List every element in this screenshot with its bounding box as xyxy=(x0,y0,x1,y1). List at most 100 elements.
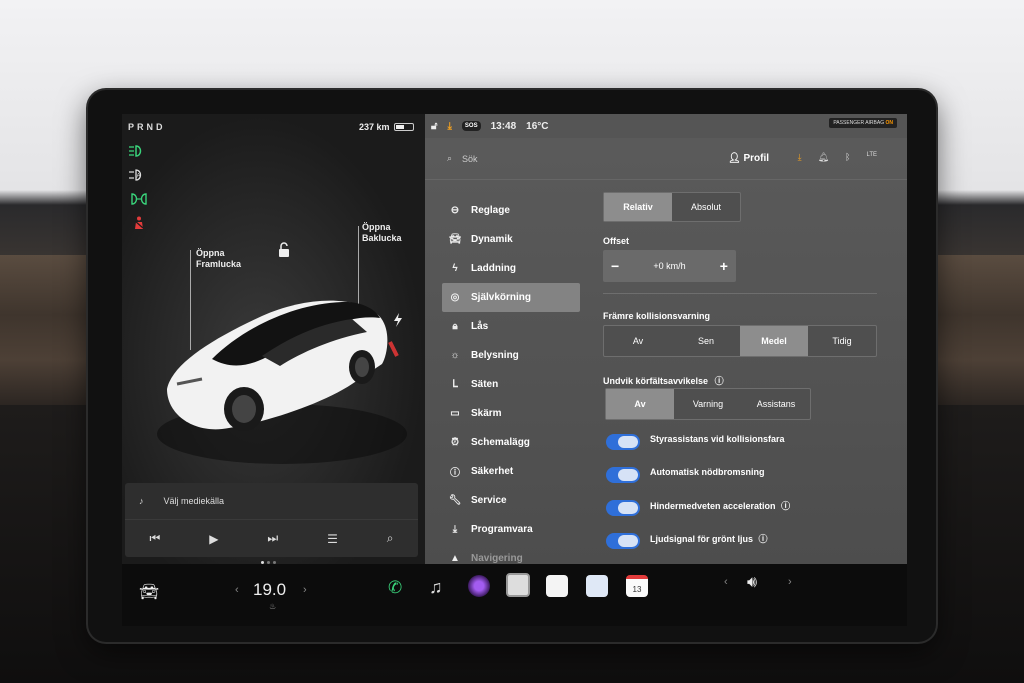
info-icon[interactable]: ⓘ xyxy=(781,501,790,511)
collision-warning-title: Främre kollisionsvarning xyxy=(603,311,711,321)
play-icon[interactable]: ▶ xyxy=(209,532,218,546)
steering-wheel-icon: ◎ xyxy=(450,292,460,303)
app-launcher-icon[interactable] xyxy=(506,573,530,597)
lock-status-icon[interactable]: 🔓︎ xyxy=(431,121,437,132)
car-icon: 🚘︎ xyxy=(448,234,462,245)
car-icon[interactable]: 🚘︎ xyxy=(139,582,159,602)
front-trunk-label[interactable]: Öppna Framlucka xyxy=(196,248,256,270)
info-icon[interactable]: ⓘ xyxy=(759,534,768,544)
bell-icon[interactable]: 🔔︎ xyxy=(818,152,829,163)
obstacle-acceleration-text: Hindermedveten acceleration xyxy=(650,501,776,511)
next-track-icon[interactable]: ⏭ xyxy=(267,531,278,546)
phone-icon[interactable]: ✆ xyxy=(388,578,402,598)
bluetooth-icon[interactable]: ᛒ xyxy=(845,152,850,163)
seat-heater-icon[interactable]: ♨ xyxy=(269,602,276,611)
battery-icon xyxy=(393,123,414,131)
collision-option-sen[interactable]: Sen xyxy=(672,326,740,356)
menu-label: Säten xyxy=(471,379,499,390)
equalizer-icon[interactable]: ☰ xyxy=(327,532,338,546)
menu-label: Dynamik xyxy=(471,234,513,245)
camera-app-icon[interactable] xyxy=(468,575,490,597)
green-light-chime-text: Ljudsignal för grönt ljus xyxy=(650,534,753,544)
temp-up-chevron-icon[interactable]: › xyxy=(303,584,307,596)
profile-button[interactable]: 👤︎ Profil xyxy=(728,153,769,164)
green-light-chime-toggle[interactable] xyxy=(606,533,640,549)
rear-trunk-label[interactable]: Öppna Baklucka xyxy=(362,222,412,244)
lane-option-av[interactable]: Av xyxy=(606,389,674,419)
lane-option-assistans[interactable]: Assistans xyxy=(742,389,810,419)
offset-increase-button[interactable]: + xyxy=(720,258,728,274)
previous-track-icon[interactable]: ⏮ xyxy=(149,531,160,546)
obstacle-acceleration-toggle[interactable] xyxy=(606,500,640,516)
gear-selector[interactable]: PRND xyxy=(128,122,166,132)
profile-label: Profil xyxy=(743,153,769,164)
collision-option-medel[interactable]: Medel xyxy=(740,326,808,356)
collision-warning-selector: Av Sen Medel Tidig xyxy=(603,325,877,357)
menu-item-sjalvkorning[interactable]: ◎ Självkörning xyxy=(442,283,580,312)
media-search-icon[interactable]: ⌕ xyxy=(387,531,394,546)
lane-departure-title-text: Undvik körfältsavvikelse xyxy=(603,376,709,386)
info-icon[interactable]: ⓘ xyxy=(715,376,724,386)
notes-app-icon[interactable] xyxy=(546,575,568,597)
menu-item-reglage[interactable]: ⊖ Reglage xyxy=(442,196,580,225)
offset-decrease-button[interactable]: − xyxy=(611,258,619,274)
sos-button[interactable]: SOS xyxy=(461,121,481,131)
lte-signal-icon: LTE xyxy=(866,152,877,158)
offset-value: +0 km/h xyxy=(653,261,686,271)
media-source-button[interactable]: Välj mediekälla xyxy=(164,496,225,506)
download-icon[interactable]: ⤓ xyxy=(798,152,802,163)
menu-label: Reglage xyxy=(471,205,510,216)
person-icon: 👤︎ xyxy=(727,153,741,164)
calendar-app-icon[interactable]: 13 xyxy=(626,575,648,597)
music-icon[interactable]: ♫ xyxy=(429,577,443,598)
offset-mode-relativ[interactable]: Relativ xyxy=(604,193,672,221)
menu-item-skarm[interactable]: ▭ Skärm xyxy=(442,399,580,428)
dashboard-scene: PRND 237 km A Öppna Framlucka Öppna Bakl… xyxy=(0,0,1024,683)
menu-item-programvara[interactable]: ⤓ Programvara xyxy=(442,515,580,544)
menu-item-saten[interactable]: ᒪ Säten xyxy=(442,370,580,399)
download-icon: ⤓ xyxy=(452,524,458,535)
collision-option-av[interactable]: Av xyxy=(604,326,672,356)
menu-label: Navigering xyxy=(471,553,523,564)
menu-item-las[interactable]: 🔒︎ Lås xyxy=(442,312,580,341)
volume-down-chevron-icon[interactable]: ‹ xyxy=(724,576,728,588)
menu-label: Schemalägg xyxy=(471,437,530,448)
toybox-app-icon[interactable] xyxy=(586,575,608,597)
range-value: 237 km xyxy=(359,122,390,132)
display-icon: ▭ xyxy=(450,408,460,419)
search-input[interactable]: Sök xyxy=(462,154,478,164)
menu-item-belysning[interactable]: ☼ Belysning xyxy=(442,341,580,370)
outside-temperature: 16°C xyxy=(526,120,549,132)
menu-item-sakerhet[interactable]: ⓘ Säkerhet xyxy=(442,457,580,486)
menu-item-dynamik[interactable]: 🚘︎ Dynamik xyxy=(442,225,580,254)
cabin-temperature[interactable]: 19.0 xyxy=(253,580,286,600)
touchscreen: PRND 237 km A Öppna Framlucka Öppna Bakl… xyxy=(122,114,907,626)
lane-departure-title: Undvik körfältsavvikelse ⓘ xyxy=(603,374,724,387)
menu-label: Laddning xyxy=(471,263,516,274)
green-light-chime-label: Ljudsignal för grönt ljus ⓘ xyxy=(650,532,768,545)
collision-option-tidig[interactable]: Tidig xyxy=(808,326,876,356)
software-update-icon[interactable]: ⤓ xyxy=(447,121,451,132)
toggle-icon: ⊖ xyxy=(450,205,460,216)
media-player: ♪ Välj mediekälla ⏮ ▶ ⏭ ☰ ⌕ xyxy=(125,483,418,557)
battery-range: 237 km xyxy=(359,122,414,132)
car-3d-model xyxy=(157,300,407,464)
menu-item-schemalagg[interactable]: ⏰︎ Schemalägg xyxy=(442,428,580,457)
settings-menu: ⊖ Reglage 🚘︎ Dynamik ϟ Laddning ◎ Självkörni… xyxy=(442,196,580,573)
lock-icon: 🔒︎ xyxy=(452,321,458,332)
offset-mode-selector: Relativ Absolut xyxy=(603,192,741,222)
speaker-icon[interactable]: 🔊︎ xyxy=(747,574,757,592)
unlock-icon[interactable] xyxy=(277,242,291,258)
fog-light-icon xyxy=(131,193,147,205)
steering-assist-toggle[interactable] xyxy=(606,434,640,450)
menu-item-service[interactable]: 🔧︎ Service xyxy=(442,486,580,515)
lane-option-varning[interactable]: Varning xyxy=(674,389,742,419)
volume-up-chevron-icon[interactable]: › xyxy=(788,576,792,588)
bottom-taskbar: 🚘︎ ‹ 19.0 › ♨ ✆ ♫ 13 ‹ 🔊︎ › xyxy=(122,564,907,626)
search-icon: ⌕ xyxy=(447,153,453,163)
emergency-braking-toggle[interactable] xyxy=(606,467,640,483)
header-icons: ⤓ 🔔︎ ᛒ LTE xyxy=(798,152,877,163)
menu-item-laddning[interactable]: ϟ Laddning xyxy=(442,254,580,283)
offset-mode-absolut[interactable]: Absolut xyxy=(672,193,740,221)
temp-down-chevron-icon[interactable]: ‹ xyxy=(235,584,239,596)
